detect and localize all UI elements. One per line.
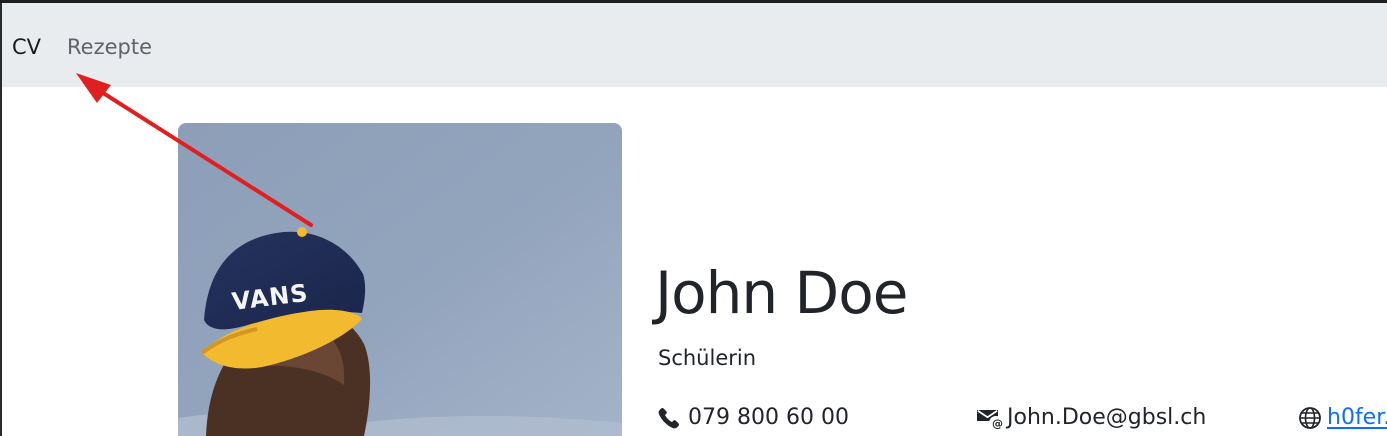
globe-icon (1299, 407, 1321, 429)
email-icon: @ (977, 410, 1003, 430)
contact-phone: 079 800 60 00 (657, 404, 849, 432)
nav-link-rezepte[interactable]: Rezepte (67, 33, 152, 61)
profile-photo: VANS (178, 123, 622, 436)
nav-brand-cv[interactable]: CV (12, 33, 41, 61)
website-link[interactable]: h0fer. (1327, 404, 1387, 432)
contact-email: @ John.Doe@gbsl.ch (976, 404, 1206, 432)
contact-email-text: John.Doe@gbsl.ch (1007, 405, 1207, 430)
profile-role: Schülerin (658, 346, 757, 370)
contact-phone-text: 079 800 60 00 (688, 405, 849, 430)
navbar: CV Rezepte (2, 3, 1387, 87)
profile-name: John Doe (655, 259, 908, 327)
svg-text:@: @ (992, 417, 1003, 430)
contact-website: h0fer. (1298, 404, 1387, 432)
phone-icon (658, 407, 680, 429)
